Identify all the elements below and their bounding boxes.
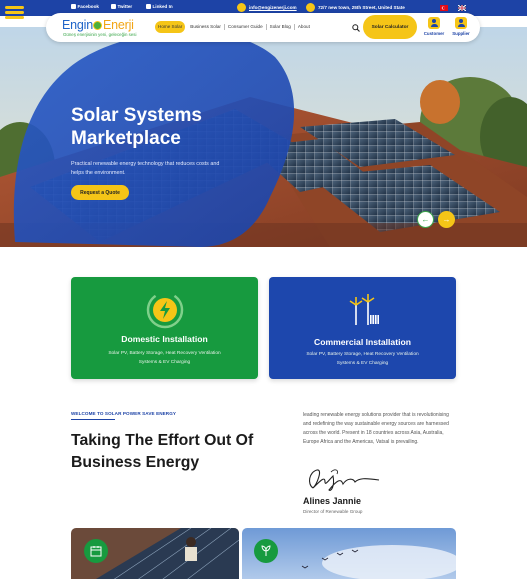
- eyebrow-underline: [71, 419, 115, 420]
- mail-icon: [237, 3, 246, 12]
- hero-banner: Solar Systems Marketplace Practical rene…: [0, 27, 527, 247]
- nav-business-solar[interactable]: Business Solar: [187, 24, 225, 30]
- solar-energy-icon: [146, 291, 183, 329]
- calendar-icon: [90, 546, 102, 557]
- linkedin-icon: [146, 4, 151, 9]
- card-text: Solar PV, Battery Storage, Heat Recovery…: [306, 352, 419, 366]
- nav-consumer-guide[interactable]: Consumer Guide: [225, 24, 267, 30]
- sky-photo: [242, 528, 456, 579]
- nav-links: Home Solar Business Solar Consumer Guide…: [155, 21, 313, 33]
- signature-name: Alines Jannie: [303, 496, 362, 506]
- facebook-link[interactable]: Facebook: [71, 4, 99, 9]
- menu-line: [5, 16, 24, 19]
- signature-role: Director of Renewable Group: [303, 509, 363, 514]
- twitter-icon: [111, 4, 116, 9]
- section-eyebrow: WELCOME TO SOLAR POWER SAVE ENERGY: [71, 411, 177, 416]
- about-text: leading renewable energy solutions provi…: [303, 412, 449, 445]
- customer-account[interactable]: Customer: [421, 17, 447, 36]
- leaf-icon: [261, 545, 271, 556]
- menu-line: [5, 6, 24, 9]
- customer-icon: [428, 17, 440, 29]
- nav-about[interactable]: About: [295, 24, 313, 30]
- card-title: Commercial Installation: [314, 337, 411, 347]
- menu-button[interactable]: [5, 4, 24, 21]
- twitter-link[interactable]: Twitter: [111, 4, 132, 9]
- location-icon: [306, 3, 315, 12]
- address-contact: 72/7 new town, 25th Street, United State: [306, 3, 405, 12]
- calendar-badge: [84, 539, 108, 563]
- slider-next-button[interactable]: →: [438, 211, 455, 228]
- request-quote-button[interactable]: Request a Quote: [71, 185, 129, 200]
- supplier-icon: [455, 17, 467, 29]
- card-title: Domestic Installation: [121, 334, 208, 344]
- hero-title: Solar Systems Marketplace: [71, 105, 202, 149]
- logo-tagline: Güneş enerjisinin yeni, geleceğin sesi: [63, 32, 137, 37]
- search-icon[interactable]: [352, 24, 360, 32]
- hero-subtitle: Practical renewable energy technology th…: [71, 161, 220, 176]
- slider-prev-button[interactable]: ←: [417, 211, 434, 228]
- linkedin-link[interactable]: Linked In: [146, 4, 173, 9]
- facebook-icon: [71, 4, 76, 9]
- card-text: Solar PV, Battery Storage, Heat Recovery…: [108, 351, 221, 365]
- supplier-account[interactable]: Supplier: [448, 17, 474, 36]
- sun-logo-icon: [93, 21, 103, 30]
- about-title: Taking The Effort Out Of Business Energy: [71, 432, 254, 471]
- domestic-installation-card[interactable]: Domestic Installation Solar PV, Battery …: [71, 277, 258, 379]
- solar-calculator-button[interactable]: Solar Calculator: [363, 15, 417, 39]
- turkish-flag-icon[interactable]: [440, 5, 448, 11]
- installation-photo: [71, 528, 239, 579]
- nav-solar-blog[interactable]: Solar Blog: [267, 24, 295, 30]
- signature-image: [308, 469, 380, 491]
- eco-badge: [254, 539, 278, 563]
- nav-home-solar[interactable]: Home Solar: [155, 21, 186, 33]
- main-navbar: Engin Enerji Güneş enerjisinin yeni, gele…: [46, 13, 480, 42]
- menu-line: [5, 11, 24, 14]
- english-flag-icon[interactable]: [458, 5, 466, 11]
- email-contact[interactable]: info@engizenerji.com: [237, 3, 297, 12]
- commercial-installation-card[interactable]: Commercial Installation Solar PV, Batter…: [269, 277, 456, 379]
- wind-turbine-icon: [349, 294, 379, 325]
- site-logo[interactable]: Engin Enerji Güneş enerjisinin yeni, gele…: [62, 18, 142, 38]
